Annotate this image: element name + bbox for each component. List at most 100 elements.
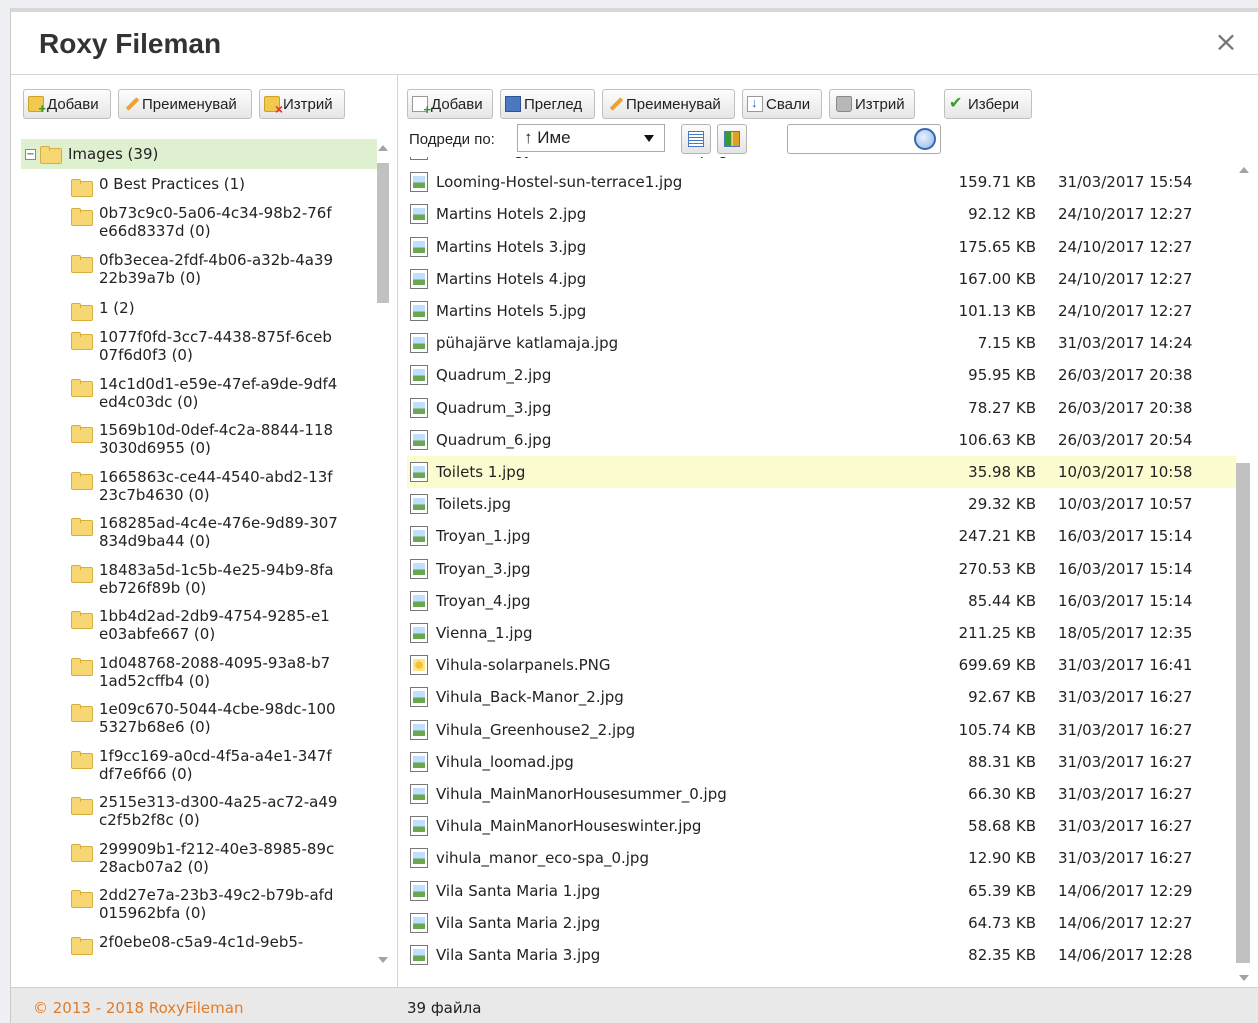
file-pane: Добави Преглед Преименувай Свали Изтрий … [399, 75, 1258, 987]
tree-folder-label: 0b73c9c0-5a06-4c34-98b2-76fe66d8337d (0) [99, 204, 332, 240]
file-date: 14/06/2017 12:28 [1058, 946, 1193, 964]
tree-folder-label: 299909b1-f212-40e3-8985-89c28acb07a2 (0) [99, 839, 335, 876]
tree-folder-item[interactable]: 1f9cc169-a0cd-4f5a-a4e1-347fdf7e6f66 (0) [21, 743, 377, 790]
tree-folder-item[interactable]: 1077f0fd-3cc7-4438-875f-6ceb07f6d0f3 (0) [21, 324, 377, 371]
file-row[interactable]: vihula_manor_eco-spa_0.jpg 12.90 KB 31/03/… [407, 842, 1237, 874]
delete-folder-label: Изтрий [283, 95, 333, 113]
file-size: 175.65 KB [958, 237, 1036, 256]
file-row[interactable]: Vihula_loomad.jpg 88.31 KB 31/03/2017 16:2… [407, 746, 1237, 778]
tree-folder-item[interactable]: 18483a5d-1c5b-4e25-94b9-8faeb726f89b (0) [21, 557, 377, 604]
file-name: Toilets 1.jpg [436, 463, 526, 481]
folder-delete-icon [264, 96, 283, 117]
tree-folder-item[interactable]: 1d048768-2088-4095-93a8-b71ad52cffb4 (0) [21, 650, 377, 697]
folder-tree-scrollbar[interactable] [373, 139, 393, 969]
file-row[interactable]: Hotel energy solutions Benchmark.png91.5… [407, 157, 1237, 166]
file-size: 91.59 KB [926, 157, 1036, 159]
tree-folder-item[interactable]: 2515e313-d300-4a25-ac72-a49c2f5b2f8c (0) [21, 789, 377, 836]
folder-icon [71, 425, 93, 443]
folder-icon [71, 750, 93, 769]
tree-folder-item[interactable]: 1665863c-ce44-4540-abd2-13f23c7b4630 (0) [21, 464, 377, 511]
file-row[interactable]: Vila Santa Maria 1.jpg 65.39 KB 14/06/2017… [407, 875, 1237, 907]
scroll-down-icon[interactable] [378, 957, 388, 963]
file-date: 16/03/2017 15:14 [1058, 591, 1193, 610]
file-row[interactable]: Vihula_Greenhouse2_2.jpg 105.74 KB 31/03/2… [407, 714, 1237, 746]
tree-folder-label: 2dd27e7a-23b3-49c2-b79b-afd015962bfa (0) [99, 886, 334, 922]
select-button[interactable]: Избери [944, 89, 1032, 119]
tree-folder-item[interactable]: 1569b10d-0def-4c2a-8844-1183030d6955 (0) [21, 417, 377, 464]
download-icon [747, 95, 763, 112]
tree-folder-item[interactable]: 2dd27e7a-23b3-49c2-b79b-afd015962bfa (0) [21, 882, 377, 929]
file-name: pühajärve katlamaja.jpg [436, 334, 619, 353]
add-file-button[interactable]: Добави [407, 89, 493, 119]
search-icon[interactable] [914, 128, 936, 150]
tree-folder-item[interactable]: 1 (2) [21, 293, 377, 324]
file-row[interactable]: Vihula-solarpanels.PNG 699.69 KB 31/03/201… [407, 649, 1237, 681]
folder-icon [71, 936, 93, 955]
rename-file-button[interactable]: Преименувай [602, 89, 735, 119]
scroll-up-icon[interactable] [378, 145, 388, 151]
scroll-thumb[interactable] [377, 163, 389, 303]
file-size: 88.31 KB [968, 752, 1036, 771]
thumbnail-view-button[interactable] [717, 124, 747, 154]
collapse-icon[interactable]: − [25, 148, 36, 160]
image-file-icon [410, 784, 428, 804]
add-file-label: Добави [431, 95, 483, 113]
image-file-icon [410, 204, 428, 225]
tree-root-label: Images (39) [68, 145, 159, 163]
scroll-thumb[interactable] [1236, 463, 1250, 963]
file-row[interactable]: Looming-Hostel-sun-terrace1.jpg 159.71 KB… [407, 166, 1237, 198]
file-row[interactable]: Quadrum_6.jpg 106.63 KB 26/03/2017 20:54 [407, 424, 1237, 456]
file-date: 16/03/2017 15:14 [1058, 559, 1193, 578]
tree-folder-item[interactable]: 14c1d0d1-e59e-47ef-a9de-9df4ed4c03dc (0) [21, 371, 377, 418]
image-file-icon [410, 719, 428, 740]
file-row[interactable]: Vila Santa Maria 2.jpg 64.73 KB 14/06/2017… [407, 907, 1237, 939]
close-icon[interactable]: × [1212, 28, 1240, 56]
tree-folder-item[interactable]: 168285ad-4c4e-476e-9d89-307834d9ba44 (0) [21, 510, 377, 557]
rename-folder-button[interactable]: Преименувай [118, 89, 252, 119]
delete-file-button[interactable]: Изтрий [829, 89, 915, 119]
folder-icon [71, 657, 93, 676]
tree-folder-item[interactable]: 0b73c9c0-5a06-4c34-98b2-76fe66d8337d (0) [21, 200, 377, 247]
preview-button[interactable]: Преглед [500, 89, 595, 119]
file-row[interactable]: pühajärve katlamaja.jpg 7.15 KB 31/03/2017… [407, 327, 1237, 359]
tree-folder-item[interactable]: 299909b1-f212-40e3-8985-89c28acb07a2 (0) [21, 836, 377, 883]
file-row[interactable]: Martins Hotels 4.jpg 167.00 KB 24/10/2017 … [407, 263, 1237, 295]
file-size: 95.95 KB [968, 366, 1036, 385]
image-file-icon [410, 590, 428, 611]
file-row[interactable]: Martins Hotels 3.jpg 175.65 KB 24/10/2017 … [407, 231, 1237, 263]
scroll-up-icon[interactable] [1239, 167, 1249, 173]
file-row[interactable]: Vihula_MainManorHouseswinter.jpg 58.68 KB… [407, 810, 1237, 842]
file-name: Vila Santa Maria 2.jpg [436, 913, 601, 932]
file-list-scrollbar[interactable] [1234, 161, 1254, 987]
file-date: 24/10/2017 12:27 [1058, 205, 1193, 224]
file-row[interactable]: Vila Santa Maria 3.jpg 82.35 KB 14/06/2017… [407, 939, 1237, 971]
tree-folder-item[interactable]: 0 Best Practices (1) [21, 169, 377, 200]
file-row[interactable]: Troyan_4.jpg 85.44 KB 16/03/2017 15:14 [407, 585, 1237, 617]
file-row[interactable]: Toilets 1.jpg 35.98 KB 10/03/2017 10:58 [407, 456, 1237, 488]
file-row[interactable]: Quadrum_3.jpg 78.27 KB 26/03/2017 20:38 [407, 392, 1237, 424]
tree-folder-item[interactable]: 1e09c670-5044-4cbe-98dc-1005327b68e6 (0) [21, 696, 377, 743]
image-file-icon [410, 268, 428, 289]
file-row[interactable]: Vihula_MainManorHousesummer_0.jpg 66.30 K… [407, 778, 1237, 810]
file-row[interactable]: Martins Hotels 5.jpg 101.13 KB 24/10/2017 … [407, 295, 1237, 327]
tree-root-images[interactable]: − Images (39) [21, 139, 377, 169]
scroll-down-icon[interactable] [1239, 975, 1249, 981]
add-folder-button[interactable]: Добави [23, 89, 111, 119]
file-add-icon [412, 96, 431, 117]
tree-folder-item[interactable]: 2f0ebe08-c5a9-4c1d-9eb5- [21, 929, 377, 970]
download-button[interactable]: Свали [742, 89, 822, 119]
file-row[interactable]: Martins Hotels 2.jpg 92.12 KB 24/10/2017 1… [407, 198, 1237, 230]
folder-pane: Добави Преименувай Изтрий − Images (39) … [11, 75, 398, 987]
file-row[interactable]: Quadrum_2.jpg 95.95 KB 26/03/2017 20:38 [407, 359, 1237, 391]
file-row[interactable]: Troyan_1.jpg 247.21 KB 16/03/2017 15:14 [407, 520, 1237, 552]
file-row[interactable]: Vihula_Back-Manor_2.jpg 92.67 KB 31/03/201… [407, 681, 1237, 713]
tree-folder-item[interactable]: 0fb3ecea-2fdf-4b06-a32b-4a3922b39a7b (0) [21, 247, 377, 294]
file-row[interactable]: Toilets.jpg 29.32 KB 10/03/2017 10:57 [407, 488, 1237, 520]
sort-select[interactable]: ↑ Име [517, 124, 665, 152]
delete-folder-button[interactable]: Изтрий [259, 89, 345, 119]
list-view-button[interactable] [681, 124, 711, 154]
file-row[interactable]: Vienna_1.jpg 211.25 KB 18/05/2017 12:35 [407, 617, 1237, 649]
tree-folder-item[interactable]: 1bb4d2ad-2db9-4754-9285-e1e03abfe667 (0) [21, 603, 377, 650]
file-row[interactable]: Troyan_3.jpg 270.53 KB 16/03/2017 15:14 [407, 553, 1237, 585]
file-name: Vienna_1.jpg [436, 624, 533, 642]
